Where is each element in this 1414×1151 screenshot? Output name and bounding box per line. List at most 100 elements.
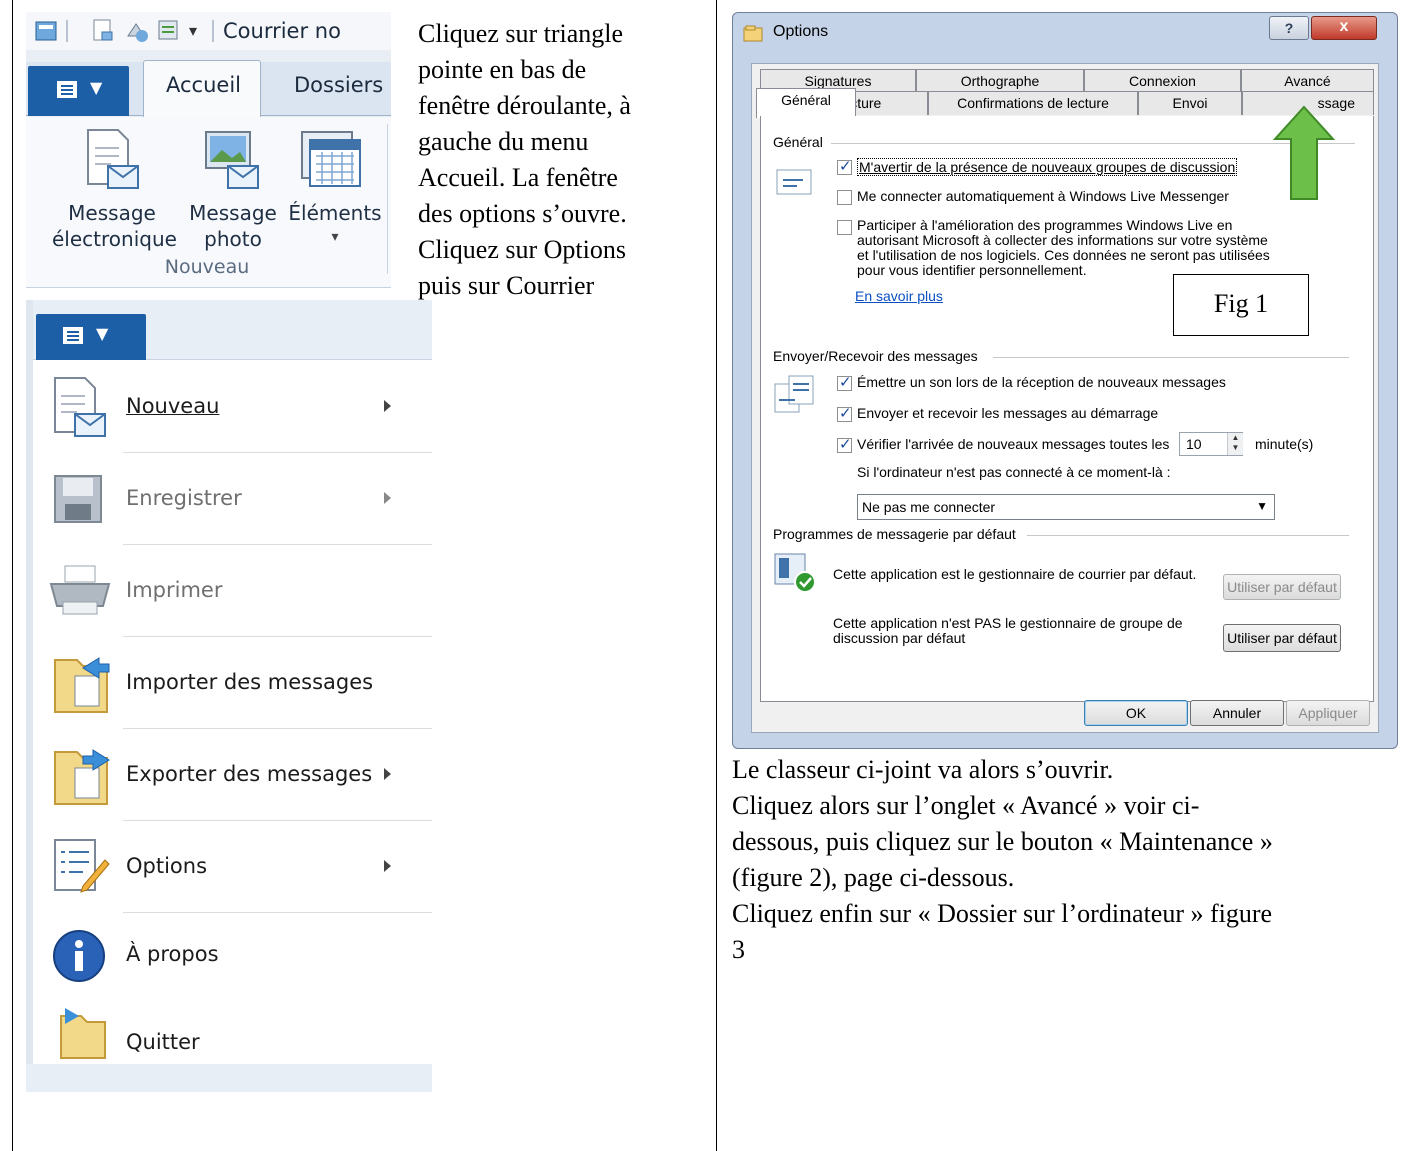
group-default-title: Programmes de messagerie par défaut: [773, 526, 1016, 542]
newsgroups-checkbox[interactable]: [837, 157, 852, 175]
group-separator: [387, 124, 388, 274]
menu-item-a-propos[interactable]: À propos: [33, 914, 432, 998]
menu-item-quitter[interactable]: Quitter: [33, 1000, 432, 1064]
photo-message-label-1: Message: [189, 201, 277, 225]
menu-item-options[interactable]: Options: [33, 822, 432, 912]
improve-line: Participer à l'amélioration des programm…: [857, 217, 1233, 233]
tab-avance[interactable]: Avancé: [1241, 69, 1374, 93]
menu-separator: [123, 728, 432, 729]
items-label: Éléments: [288, 201, 382, 225]
tab-envoi[interactable]: Envoi: [1138, 91, 1242, 115]
file-menu-button[interactable]: ▼: [36, 314, 146, 360]
instruction-line: puis sur Courrier: [418, 271, 595, 300]
use-default-news-button[interactable]: Utiliser par défaut: [1223, 624, 1341, 652]
tab-orthographe[interactable]: Orthographe: [916, 69, 1084, 93]
info-icon: [53, 930, 105, 982]
file-menu-footer: [26, 1064, 432, 1092]
menu-label-importer: Importer des messages: [126, 670, 374, 694]
group-send-title: Envoyer/Recevoir des messages: [773, 348, 978, 364]
menu-label-enregistrer: Enregistrer: [126, 486, 242, 510]
sound-label[interactable]: Émettre un son lors de la réception de n…: [857, 374, 1226, 390]
default-mail-label: Cette application est le gestionnaire de…: [833, 566, 1197, 582]
ok-button[interactable]: OK: [1084, 700, 1188, 726]
options-icon: [54, 839, 110, 893]
group-line: [1027, 535, 1349, 536]
default-news-label: Cette application n'est PAS le gestionna…: [833, 616, 1183, 646]
interval-unit: minute(s): [1255, 436, 1314, 452]
instruction-line: fenêtre déroulante, à: [418, 91, 631, 120]
newsgroups-label[interactable]: M'avertir de la présence de nouveaux gro…: [857, 158, 1238, 176]
check-interval-label[interactable]: Vérifier l'arrivée de nouveaux messages …: [857, 436, 1169, 452]
import-icon: [54, 657, 110, 713]
menu-item-exporter[interactable]: Exporter des messages: [33, 730, 432, 820]
connect-select[interactable]: Ne pas me connecter ▼: [857, 494, 1275, 520]
menu-icon: [57, 81, 77, 98]
menu-item-imprimer[interactable]: Imprimer: [33, 546, 432, 636]
chevron-down-icon: ▼: [96, 324, 109, 343]
menu-separator: [123, 544, 432, 545]
help-button[interactable]: ?: [1269, 16, 1309, 40]
file-menu-button[interactable]: ▼: [28, 66, 129, 116]
instruction-line: Cliquez sur Options: [418, 235, 626, 264]
send-receive-icon[interactable]: [156, 18, 182, 44]
table-border-middle: [716, 0, 717, 1151]
not-connected-label: Si l'ordinateur n'est pas connecté à ce …: [857, 464, 1171, 480]
instruction-line: gauche du menu: [418, 127, 589, 156]
group-label: Nouveau: [164, 256, 250, 278]
email-icon: [87, 129, 139, 189]
new-message-icon: [54, 377, 106, 437]
instruction-line: Cliquez sur triangle: [418, 19, 624, 48]
instruction-line: Accueil. La fenêtre: [418, 163, 618, 192]
instruction-line: des options s’ouvre.: [418, 199, 627, 228]
submenu-arrow-icon: [384, 860, 391, 872]
cancel-button[interactable]: Annuler: [1190, 700, 1284, 726]
chevron-down-icon: ▼: [90, 78, 103, 97]
check-interval-checkbox[interactable]: [837, 435, 852, 453]
new-items-button[interactable]: Éléments ▾: [284, 124, 384, 264]
improve-label[interactable]: Participer à l'amélioration des programm…: [857, 218, 1270, 278]
menu-label-a-propos: À propos: [126, 942, 219, 966]
newsgroup-icon: [776, 169, 812, 195]
reply-icon[interactable]: [124, 18, 150, 44]
apply-button[interactable]: Appliquer: [1286, 700, 1370, 726]
interval-spinner-icon[interactable]: ▲ ▼: [1227, 433, 1243, 455]
window-title: Courrier no: [223, 19, 341, 43]
menu-icon: [63, 327, 83, 344]
tab-general[interactable]: Général: [756, 88, 856, 118]
new-email-button[interactable]: Message électronique: [52, 124, 177, 264]
exit-icon: [60, 1008, 106, 1059]
qat-dropdown-icon[interactable]: ▾: [189, 21, 197, 40]
use-default-mail-button[interactable]: Utiliser par défaut: [1223, 574, 1341, 600]
qat-separator: [212, 20, 214, 42]
figure-label: Fig 1: [1173, 274, 1309, 336]
menu-item-nouveau[interactable]: Nouveau: [33, 362, 432, 452]
submenu-arrow-icon: [384, 400, 391, 412]
startup-checkbox[interactable]: [837, 404, 852, 422]
sound-checkbox[interactable]: [837, 373, 852, 391]
menu-item-enregistrer[interactable]: Enregistrer: [33, 454, 432, 544]
new-doc-icon[interactable]: [92, 18, 114, 44]
instructions-top: Cliquez sur triangle pointe en bas de fe…: [418, 16, 708, 304]
instructions-right: Le classeur ci-joint va alors s’ouvrir. …: [732, 752, 1404, 968]
messenger-label[interactable]: Me connecter automatiquement à Windows L…: [857, 188, 1229, 204]
calendar-icon: [301, 131, 361, 187]
connect-select-value: Ne pas me connecter: [862, 499, 996, 515]
default-news-line: Cette application n'est PAS le gestionna…: [833, 615, 1183, 631]
tab-confirmations[interactable]: Confirmations de lecture: [928, 91, 1138, 115]
learn-more-link[interactable]: En savoir plus: [855, 288, 943, 304]
startup-label[interactable]: Envoyer et recevoir les messages au déma…: [857, 405, 1158, 421]
new-photo-message-button[interactable]: Message photo: [180, 124, 290, 264]
tab-accueil[interactable]: Accueil: [166, 73, 241, 97]
tab-connexion[interactable]: Connexion: [1084, 69, 1241, 93]
tab-dossiers[interactable]: Dossiers: [294, 73, 383, 97]
improve-line: autorisant Microsoft à collecter des inf…: [857, 232, 1268, 248]
close-button[interactable]: x: [1311, 16, 1377, 40]
menu-separator: [123, 912, 432, 913]
export-icon: [54, 749, 110, 805]
messenger-checkbox[interactable]: [837, 190, 852, 205]
printer-icon: [49, 565, 111, 615]
improve-checkbox[interactable]: [837, 220, 852, 235]
submenu-arrow-icon: [384, 768, 391, 780]
menu-item-importer[interactable]: Importer des messages: [33, 638, 432, 728]
new-email-label-2: électronique: [52, 227, 177, 251]
